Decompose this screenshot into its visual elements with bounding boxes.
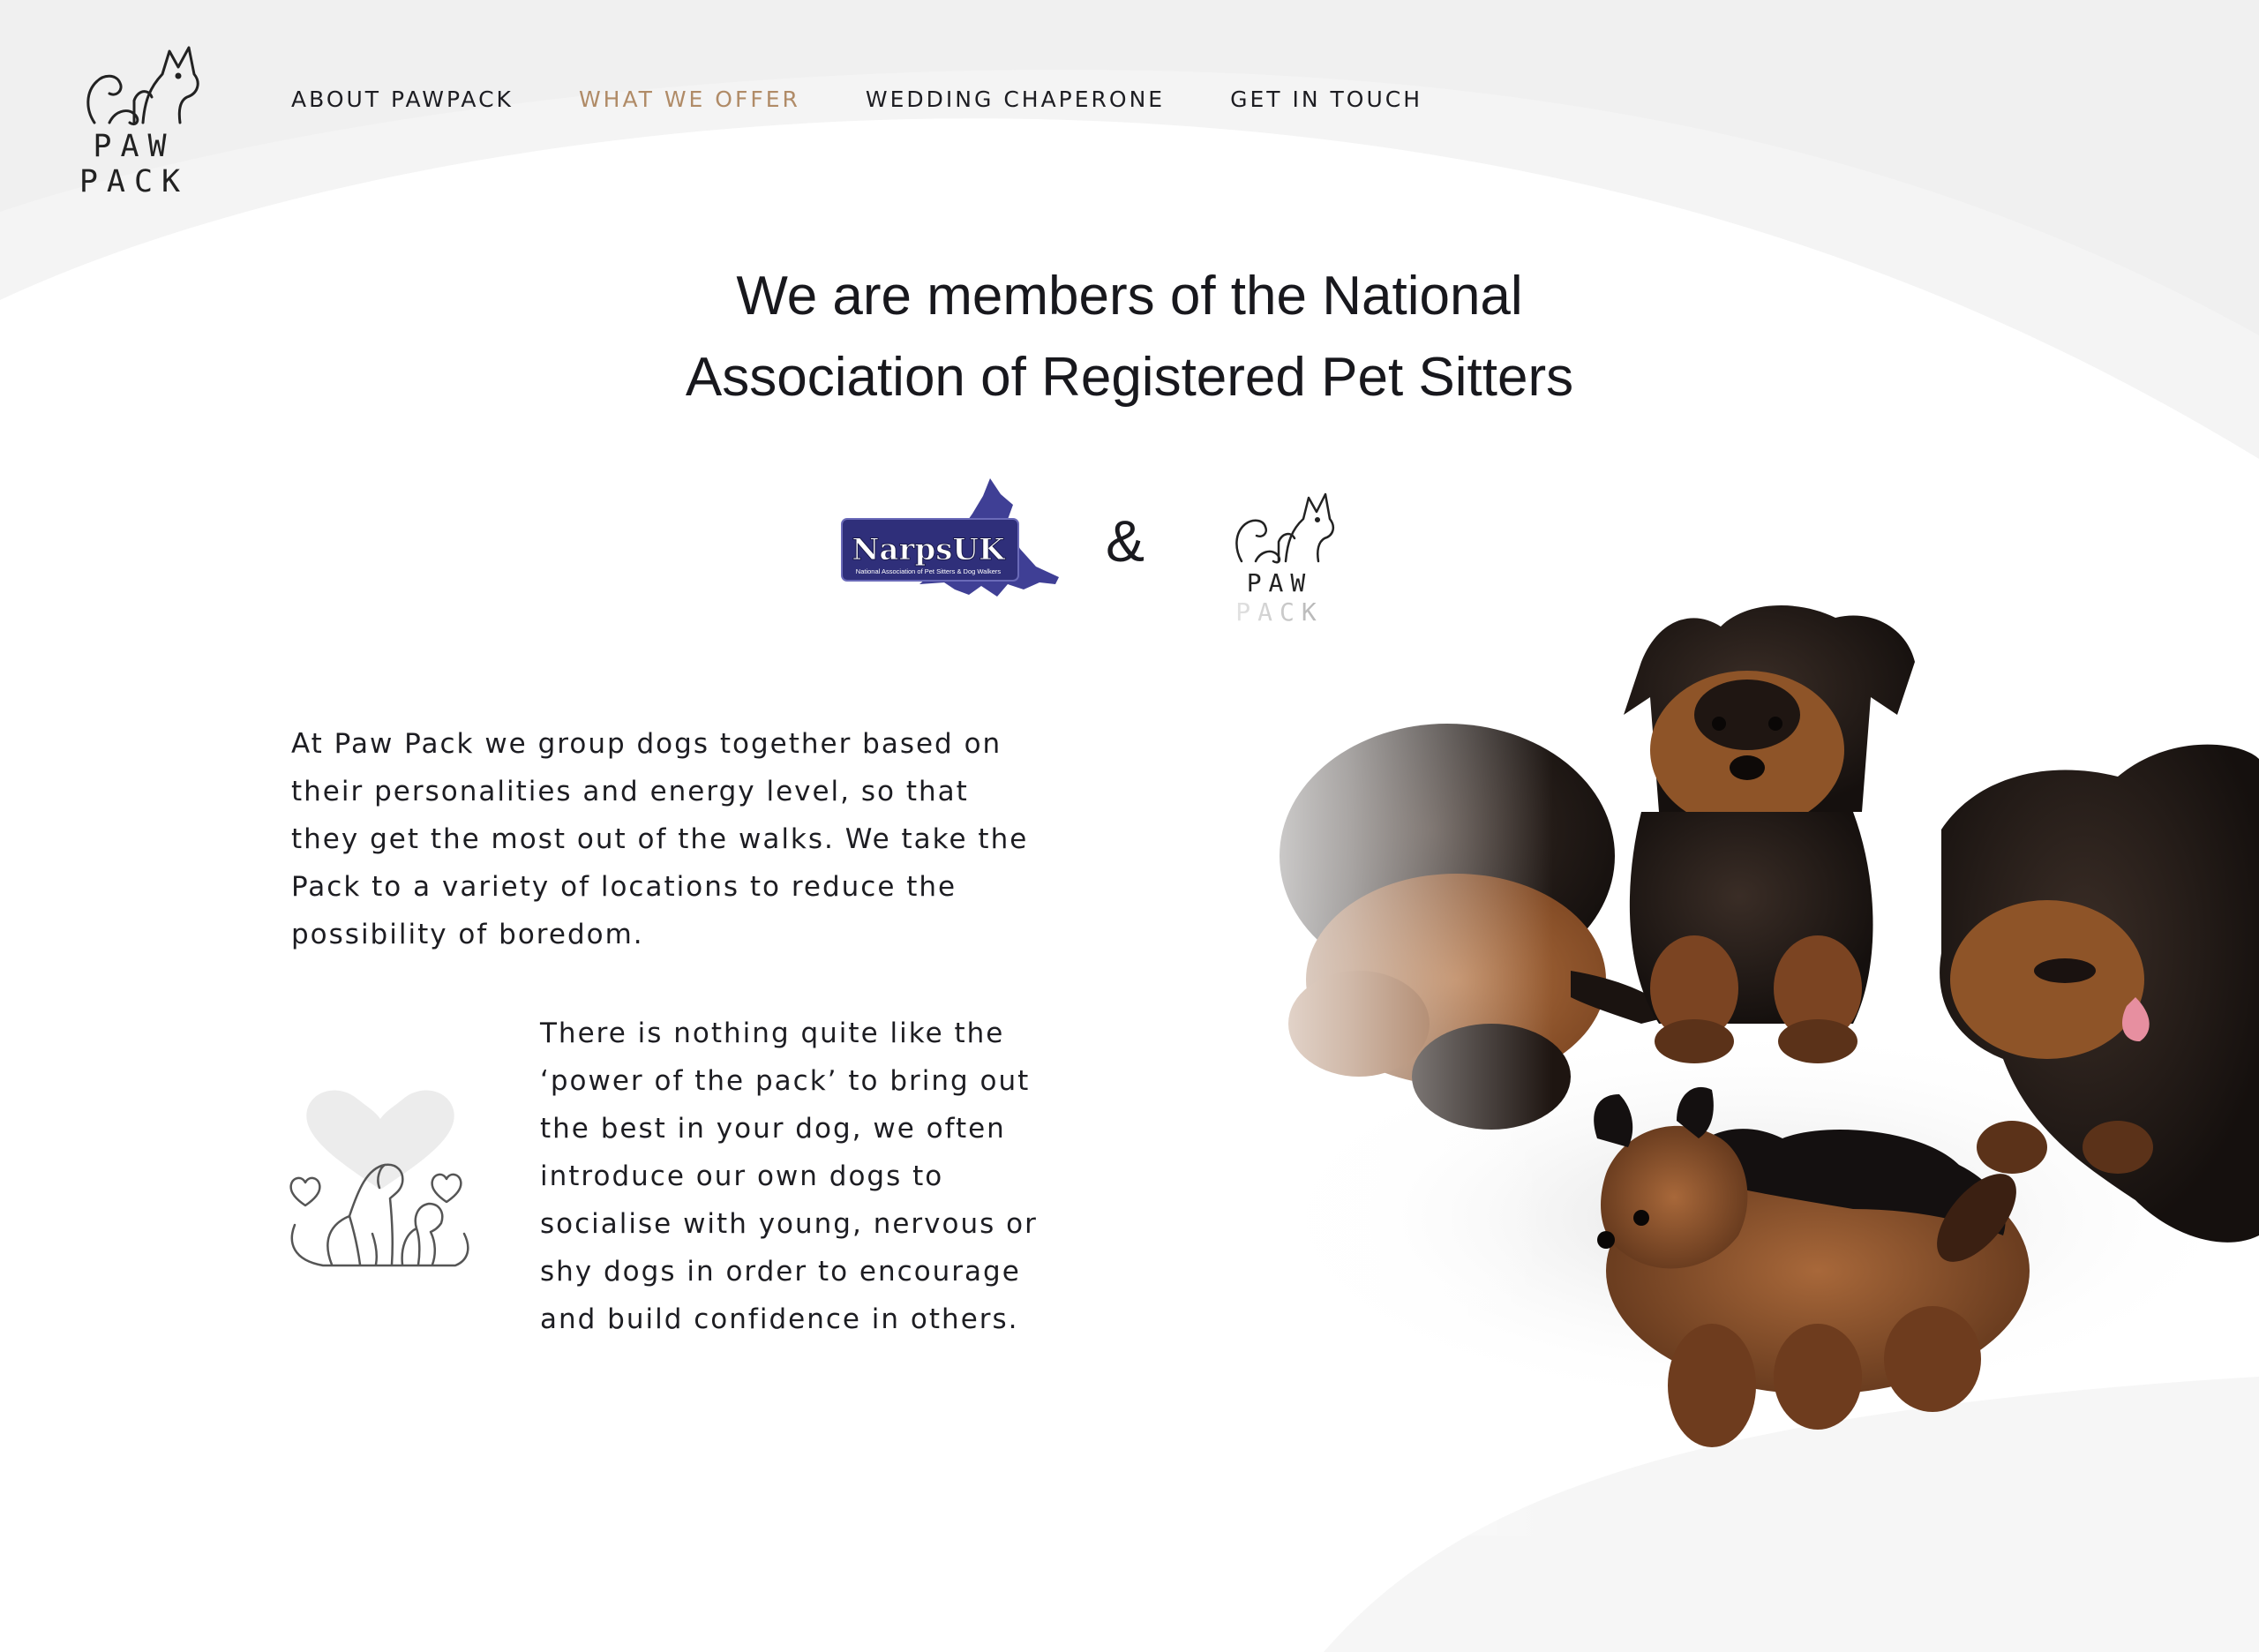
main-nav: ABOUT PAWPACK WHAT WE OFFER WEDDING CHAP… [291,86,1422,112]
pawpack-small-logo: PAW PACK [1205,487,1355,627]
pack-power-paragraph: There is nothing quite like the ‘power o… [540,1017,1038,1335]
page-heading: We are members of the National Associati… [494,256,1765,418]
tail-curve [290,1223,469,1267]
nav-wedding-chaperone[interactable]: WEDDING CHAPERONE [866,86,1165,112]
nav-get-in-touch[interactable]: GET IN TOUCH [1230,86,1422,112]
heading-line-2: Association of Registered Pet Sitters [685,347,1574,408]
puppy-outline [401,1202,444,1266]
puppies-photo [1182,600,2259,1536]
nav-about-pawpack[interactable]: ABOUT PAWPACK [291,86,514,112]
narps-uk-logo[interactable]: NarpsUK National Association of Pet Sitt… [840,478,1064,602]
narps-subtitle: National Association of Pet Sitters & Do… [856,567,1002,575]
dog-line-art-icon [86,46,199,126]
ampersand: & [1106,508,1145,574]
heading-line-1: We are members of the National [736,266,1523,327]
logo-text: PAW PACK [79,129,190,199]
small-heart-right-icon [431,1173,462,1204]
dogs-with-hearts-illustration [288,1084,473,1273]
photo-fade-overlay [1182,600,1553,1536]
small-heart-left-icon [289,1176,321,1207]
nav-what-we-offer[interactable]: WHAT WE OFFER [579,86,800,112]
puppy-center [1624,605,1915,1063]
narps-title: NarpsUK [852,532,1006,567]
intro-paragraph: At Paw Pack we group dogs together based… [291,728,1029,950]
dog-line-art-icon [1235,492,1335,564]
big-heart-icon [306,1090,454,1190]
pawpack-logo[interactable]: PAW PACK [46,39,222,199]
